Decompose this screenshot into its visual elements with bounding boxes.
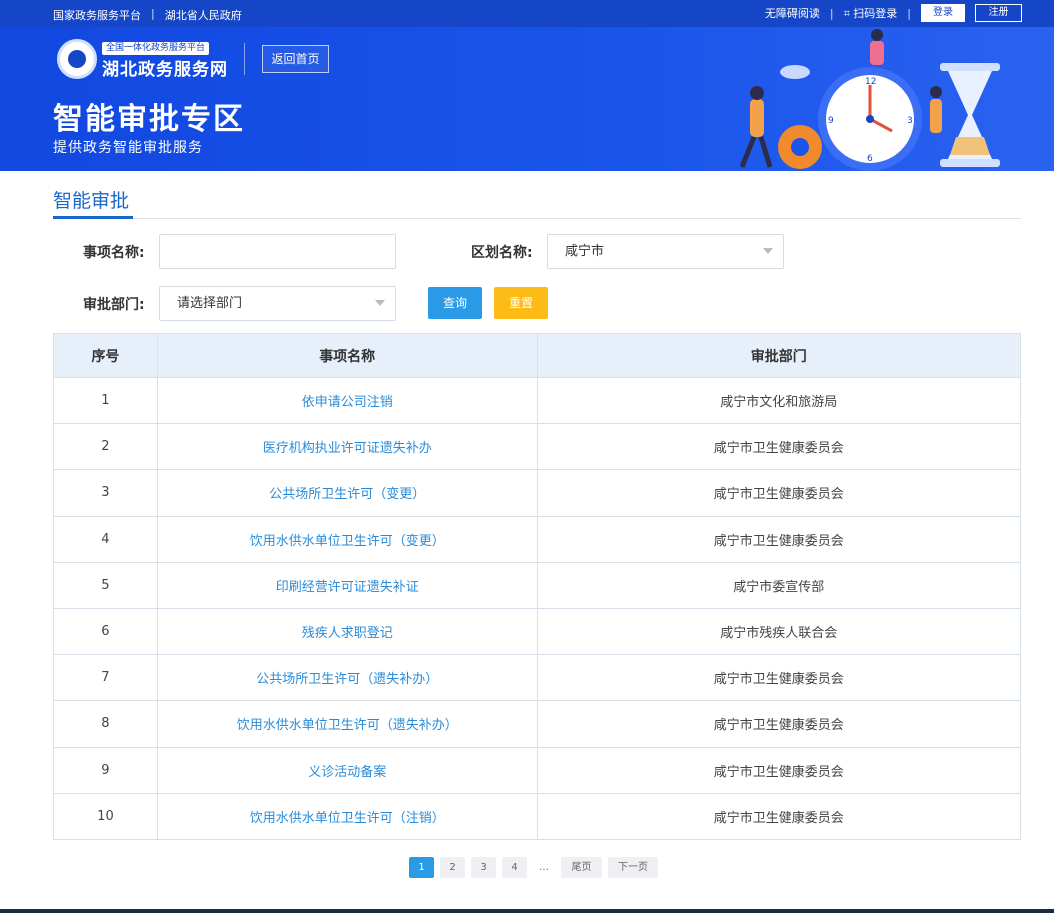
row-index: 2 <box>53 423 158 471</box>
row-index: 7 <box>53 654 158 702</box>
row-department: 咸宁市卫生健康委员会 <box>536 792 1021 840</box>
table-header-row: 序号 事项名称 审批部门 <box>53 333 1021 378</box>
table-row: 6 残疾人求职登记 咸宁市残疾人联合会 <box>53 607 1021 656</box>
page-4-button[interactable]: 4 <box>502 857 527 878</box>
column-header-item-name: 事项名称 <box>156 333 538 378</box>
table-row: 2 医疗机构执业许可证遗失补办 咸宁市卫生健康委员会 <box>53 423 1021 471</box>
page-1-button[interactable]: 1 <box>409 857 434 878</box>
row-index: 3 <box>53 469 158 517</box>
region-select[interactable]: 咸宁市 <box>547 234 784 269</box>
pagination: 1 2 3 4 ... 尾页 下一页 <box>409 857 658 878</box>
table-row: 5 印刷经营许可证遗失补证 咸宁市委宣传部 <box>53 561 1021 609</box>
page-2-button[interactable]: 2 <box>440 857 465 878</box>
hubei-logo-icon <box>57 39 97 79</box>
region-label: 区划名称: <box>471 245 533 261</box>
department-select[interactable]: 请选择部门 <box>159 286 396 321</box>
divider <box>53 218 1021 219</box>
login-button[interactable]: 登录 <box>921 4 965 22</box>
region-select-value: 咸宁市 <box>565 244 605 259</box>
svg-text:9: 9 <box>828 116 834 126</box>
section-title: 智能审批 <box>53 190 130 212</box>
item-name-input[interactable] <box>159 234 396 269</box>
back-home-button[interactable]: 返回首页 <box>262 45 329 73</box>
row-index: 6 <box>53 607 158 656</box>
table-row: 9 义诊活动备案 咸宁市卫生健康委员会 <box>53 746 1021 794</box>
chevron-down-icon <box>375 300 385 306</box>
svg-text:6: 6 <box>867 154 873 164</box>
top-actions: 无障碍阅读 | ⌗ 扫码登录 | 登录 注册 <box>765 4 1022 22</box>
row-index: 1 <box>53 376 158 425</box>
row-index: 9 <box>53 746 158 794</box>
page-title: 智能审批专区 <box>53 102 245 137</box>
scan-login-link[interactable]: ⌗ 扫码登录 <box>844 5 898 21</box>
chevron-down-icon <box>763 248 773 254</box>
logo-title[interactable]: 湖北政务服务网 <box>102 55 228 80</box>
row-department: 咸宁市文化和旅游局 <box>536 376 1021 425</box>
qr-code-icon: ⌗ <box>843 7 850 20</box>
table-row: 7 公共场所卫生许可（遗失补办） 咸宁市卫生健康委员会 <box>53 654 1021 702</box>
divider: | <box>907 6 911 20</box>
table-row: 1 依申请公司注销 咸宁市文化和旅游局 <box>53 376 1021 425</box>
row-index: 4 <box>53 515 158 563</box>
reset-button[interactable]: 重置 <box>494 287 548 319</box>
row-index: 5 <box>53 561 158 609</box>
logo-subtitle: 全国一体化政务服务平台 <box>102 42 210 55</box>
item-name-link[interactable]: 义诊活动备案 <box>156 746 538 794</box>
item-name-link[interactable]: 印刷经营许可证遗失补证 <box>156 561 538 609</box>
item-name-label: 事项名称: <box>83 245 145 261</box>
column-header-index: 序号 <box>53 333 158 378</box>
row-department: 咸宁市残疾人联合会 <box>536 607 1021 656</box>
accessibility-link[interactable]: 无障碍阅读 <box>765 5 820 21</box>
table-row: 8 饮用水供水单位卫生许可（遗失补办） 咸宁市卫生健康委员会 <box>53 700 1021 748</box>
item-name-link[interactable]: 残疾人求职登记 <box>156 607 538 656</box>
banner: 全国一体化政务服务平台 湖北政务服务网 返回首页 智能审批专区 提供政务智能审批… <box>0 27 1054 171</box>
query-button[interactable]: 查询 <box>428 287 482 319</box>
national-platform-link[interactable]: 国家政务服务平台 <box>53 7 141 23</box>
results-table: 序号 事项名称 审批部门 1 依申请公司注销 咸宁市文化和旅游局 2 医疗机构执业许可… <box>53 333 1021 840</box>
row-department: 咸宁市卫生健康委员会 <box>536 746 1021 794</box>
row-department: 咸宁市卫生健康委员会 <box>536 469 1021 517</box>
top-links: 国家政务服务平台 | 湖北省人民政府 <box>53 7 242 23</box>
page-subtitle: 提供政务智能审批服务 <box>53 140 203 156</box>
item-name-link[interactable]: 饮用水供水单位卫生许可（注销） <box>156 792 538 840</box>
divider <box>244 43 245 75</box>
top-bar: 国家政务服务平台 | 湖北省人民政府 无障碍阅读 | ⌗ 扫码登录 | 登录 注… <box>0 0 1054 27</box>
clock-illustration-icon: 12 3 6 9 <box>739 29 1000 171</box>
item-name-link[interactable]: 医疗机构执业许可证遗失补办 <box>156 423 538 471</box>
row-department: 咸宁市卫生健康委员会 <box>536 515 1021 563</box>
row-index: 10 <box>53 792 158 840</box>
footer-bar <box>0 909 1054 913</box>
table-row: 10 饮用水供水单位卫生许可（注销） 咸宁市卫生健康委员会 <box>53 792 1021 840</box>
table-row: 3 公共场所卫生许可（变更） 咸宁市卫生健康委员会 <box>53 469 1021 517</box>
svg-text:3: 3 <box>907 116 913 126</box>
section-underline <box>53 216 133 219</box>
row-department: 咸宁市委宣传部 <box>536 561 1021 609</box>
page-3-button[interactable]: 3 <box>471 857 496 878</box>
item-name-link[interactable]: 公共场所卫生许可（变更） <box>156 469 538 517</box>
item-name-link[interactable]: 依申请公司注销 <box>156 376 538 425</box>
row-department: 咸宁市卫生健康委员会 <box>536 654 1021 702</box>
hubei-government-link[interactable]: 湖北省人民政府 <box>165 7 242 23</box>
register-button[interactable]: 注册 <box>975 4 1022 22</box>
row-department: 咸宁市卫生健康委员会 <box>536 423 1021 471</box>
item-name-link[interactable]: 饮用水供水单位卫生许可（遗失补办） <box>156 700 538 748</box>
row-department: 咸宁市卫生健康委员会 <box>536 700 1021 748</box>
next-page-button[interactable]: 下一页 <box>608 857 658 878</box>
column-header-department: 审批部门 <box>536 333 1021 378</box>
row-index: 8 <box>53 700 158 748</box>
pagination-ellipsis: ... <box>539 862 549 873</box>
table-row: 4 饮用水供水单位卫生许可（变更） 咸宁市卫生健康委员会 <box>53 515 1021 563</box>
divider: | <box>151 7 155 20</box>
svg-text:12: 12 <box>865 77 876 87</box>
department-label: 审批部门: <box>83 297 145 313</box>
department-select-value: 请选择部门 <box>177 296 243 311</box>
scan-login-label: 扫码登录 <box>853 7 898 20</box>
item-name-link[interactable]: 公共场所卫生许可（遗失补办） <box>156 654 538 702</box>
divider: | <box>829 6 834 20</box>
last-page-button[interactable]: 尾页 <box>561 857 602 878</box>
item-name-link[interactable]: 饮用水供水单位卫生许可（变更） <box>156 515 538 563</box>
